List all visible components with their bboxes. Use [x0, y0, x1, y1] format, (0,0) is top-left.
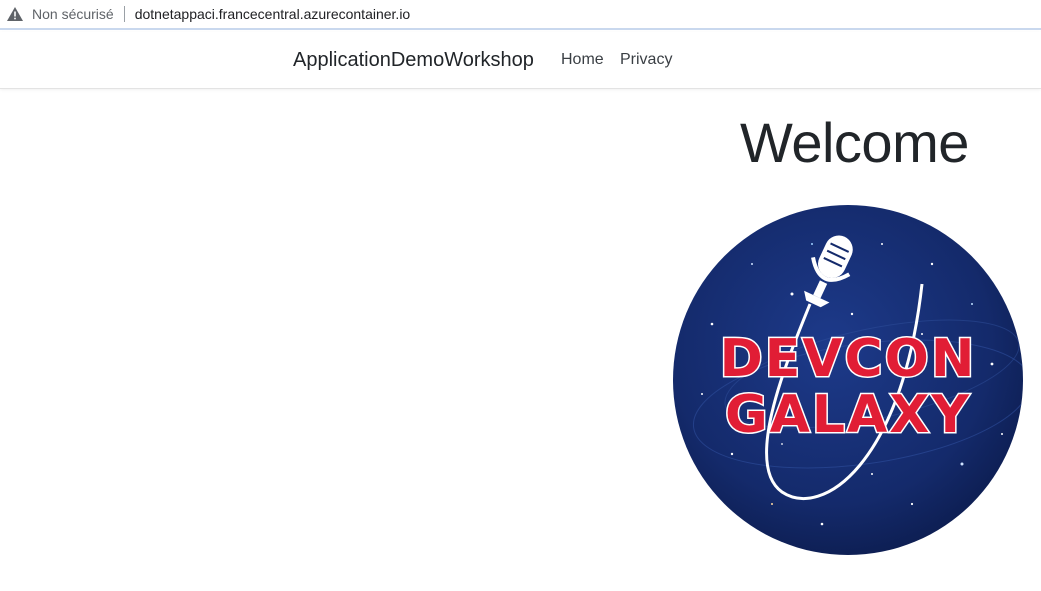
logo-text-devcon: DEVCON [720, 329, 977, 389]
url-field[interactable]: dotnetappaci.francecentral.azurecontaine… [135, 6, 411, 22]
nav-link-home[interactable]: Home [561, 51, 604, 69]
page-heading: Welcome [740, 111, 969, 174]
warning-triangle-icon[interactable] [6, 6, 24, 22]
logo-text-galaxy: GALAXY [725, 385, 971, 445]
navbar-brand-link[interactable]: ApplicationDemoWorkshop [293, 49, 534, 72]
address-divider [123, 6, 125, 22]
browser-address-bar: Non sécurisé dotnetappaci.francecentral.… [0, 0, 1041, 30]
devcon-galaxy-logo: DEVCON GALAXY [672, 204, 1024, 556]
site-navbar: ApplicationDemoWorkshop Home Privacy [0, 32, 1041, 89]
security-status-label[interactable]: Non sécurisé [32, 6, 114, 22]
nav-link-privacy[interactable]: Privacy [620, 51, 672, 69]
